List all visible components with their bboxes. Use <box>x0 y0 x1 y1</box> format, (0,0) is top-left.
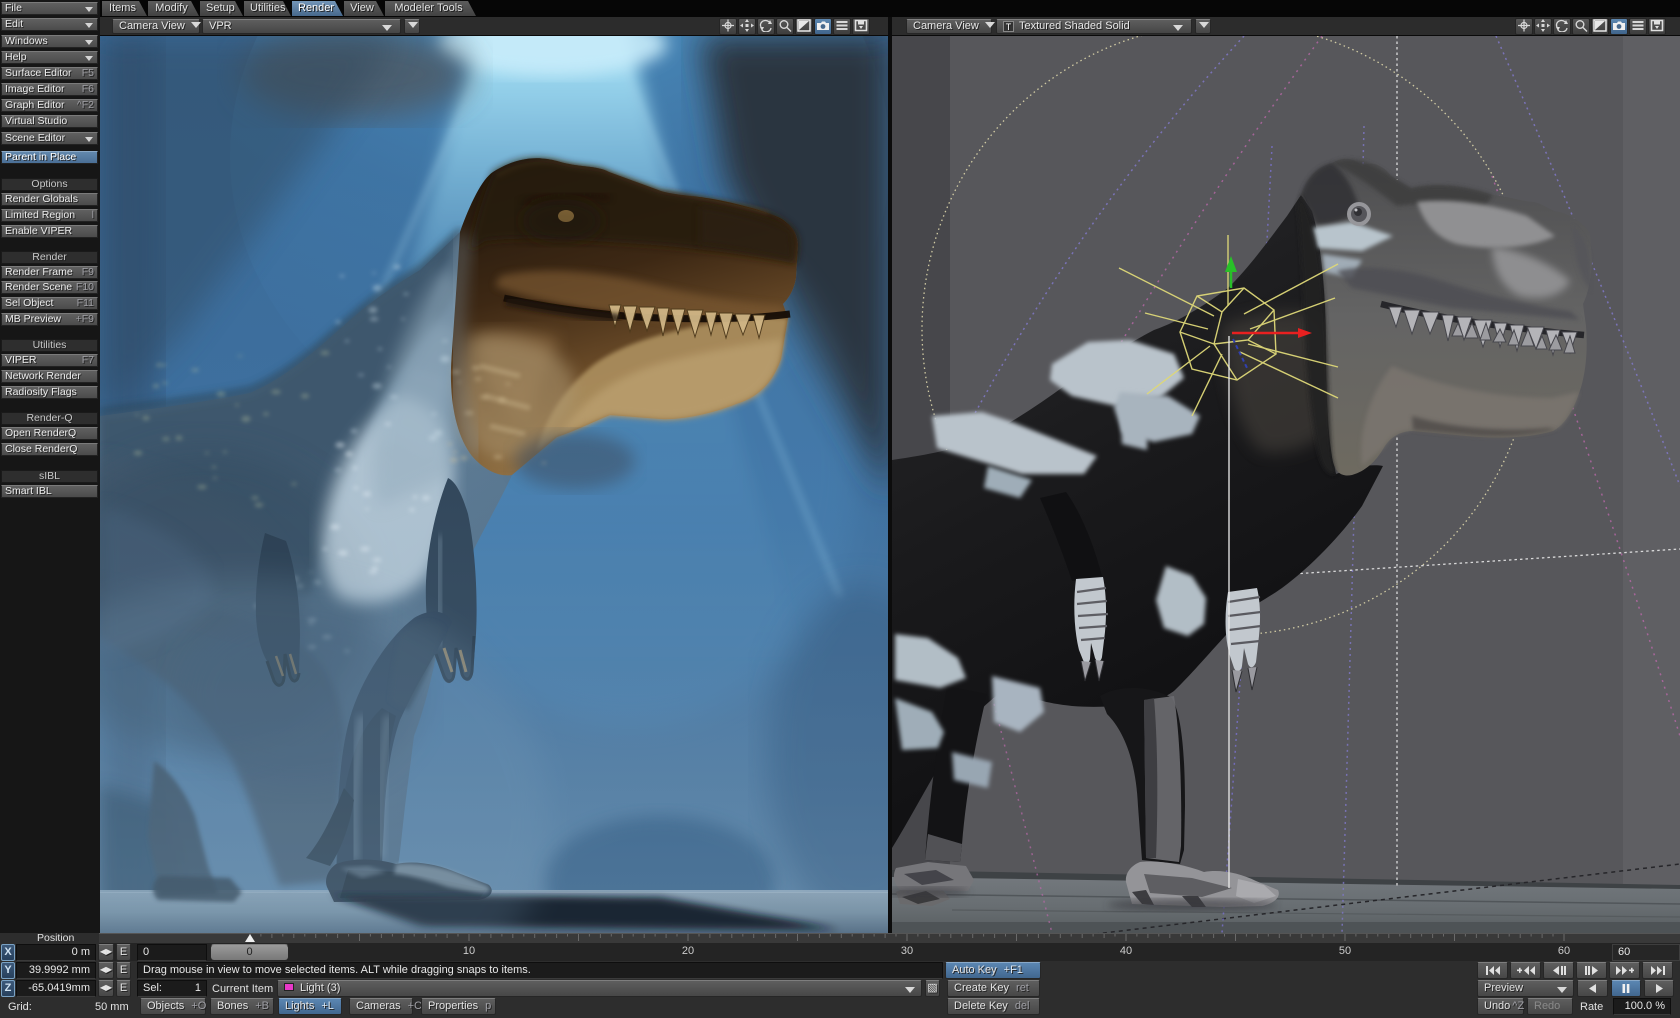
svg-text:30: 30 <box>901 945 913 957</box>
svg-text:40: 40 <box>1120 945 1132 957</box>
svg-text:10: 10 <box>463 945 475 957</box>
svg-text:50: 50 <box>1339 945 1351 957</box>
svg-text:20: 20 <box>682 945 694 957</box>
svg-text:60: 60 <box>1558 945 1570 957</box>
